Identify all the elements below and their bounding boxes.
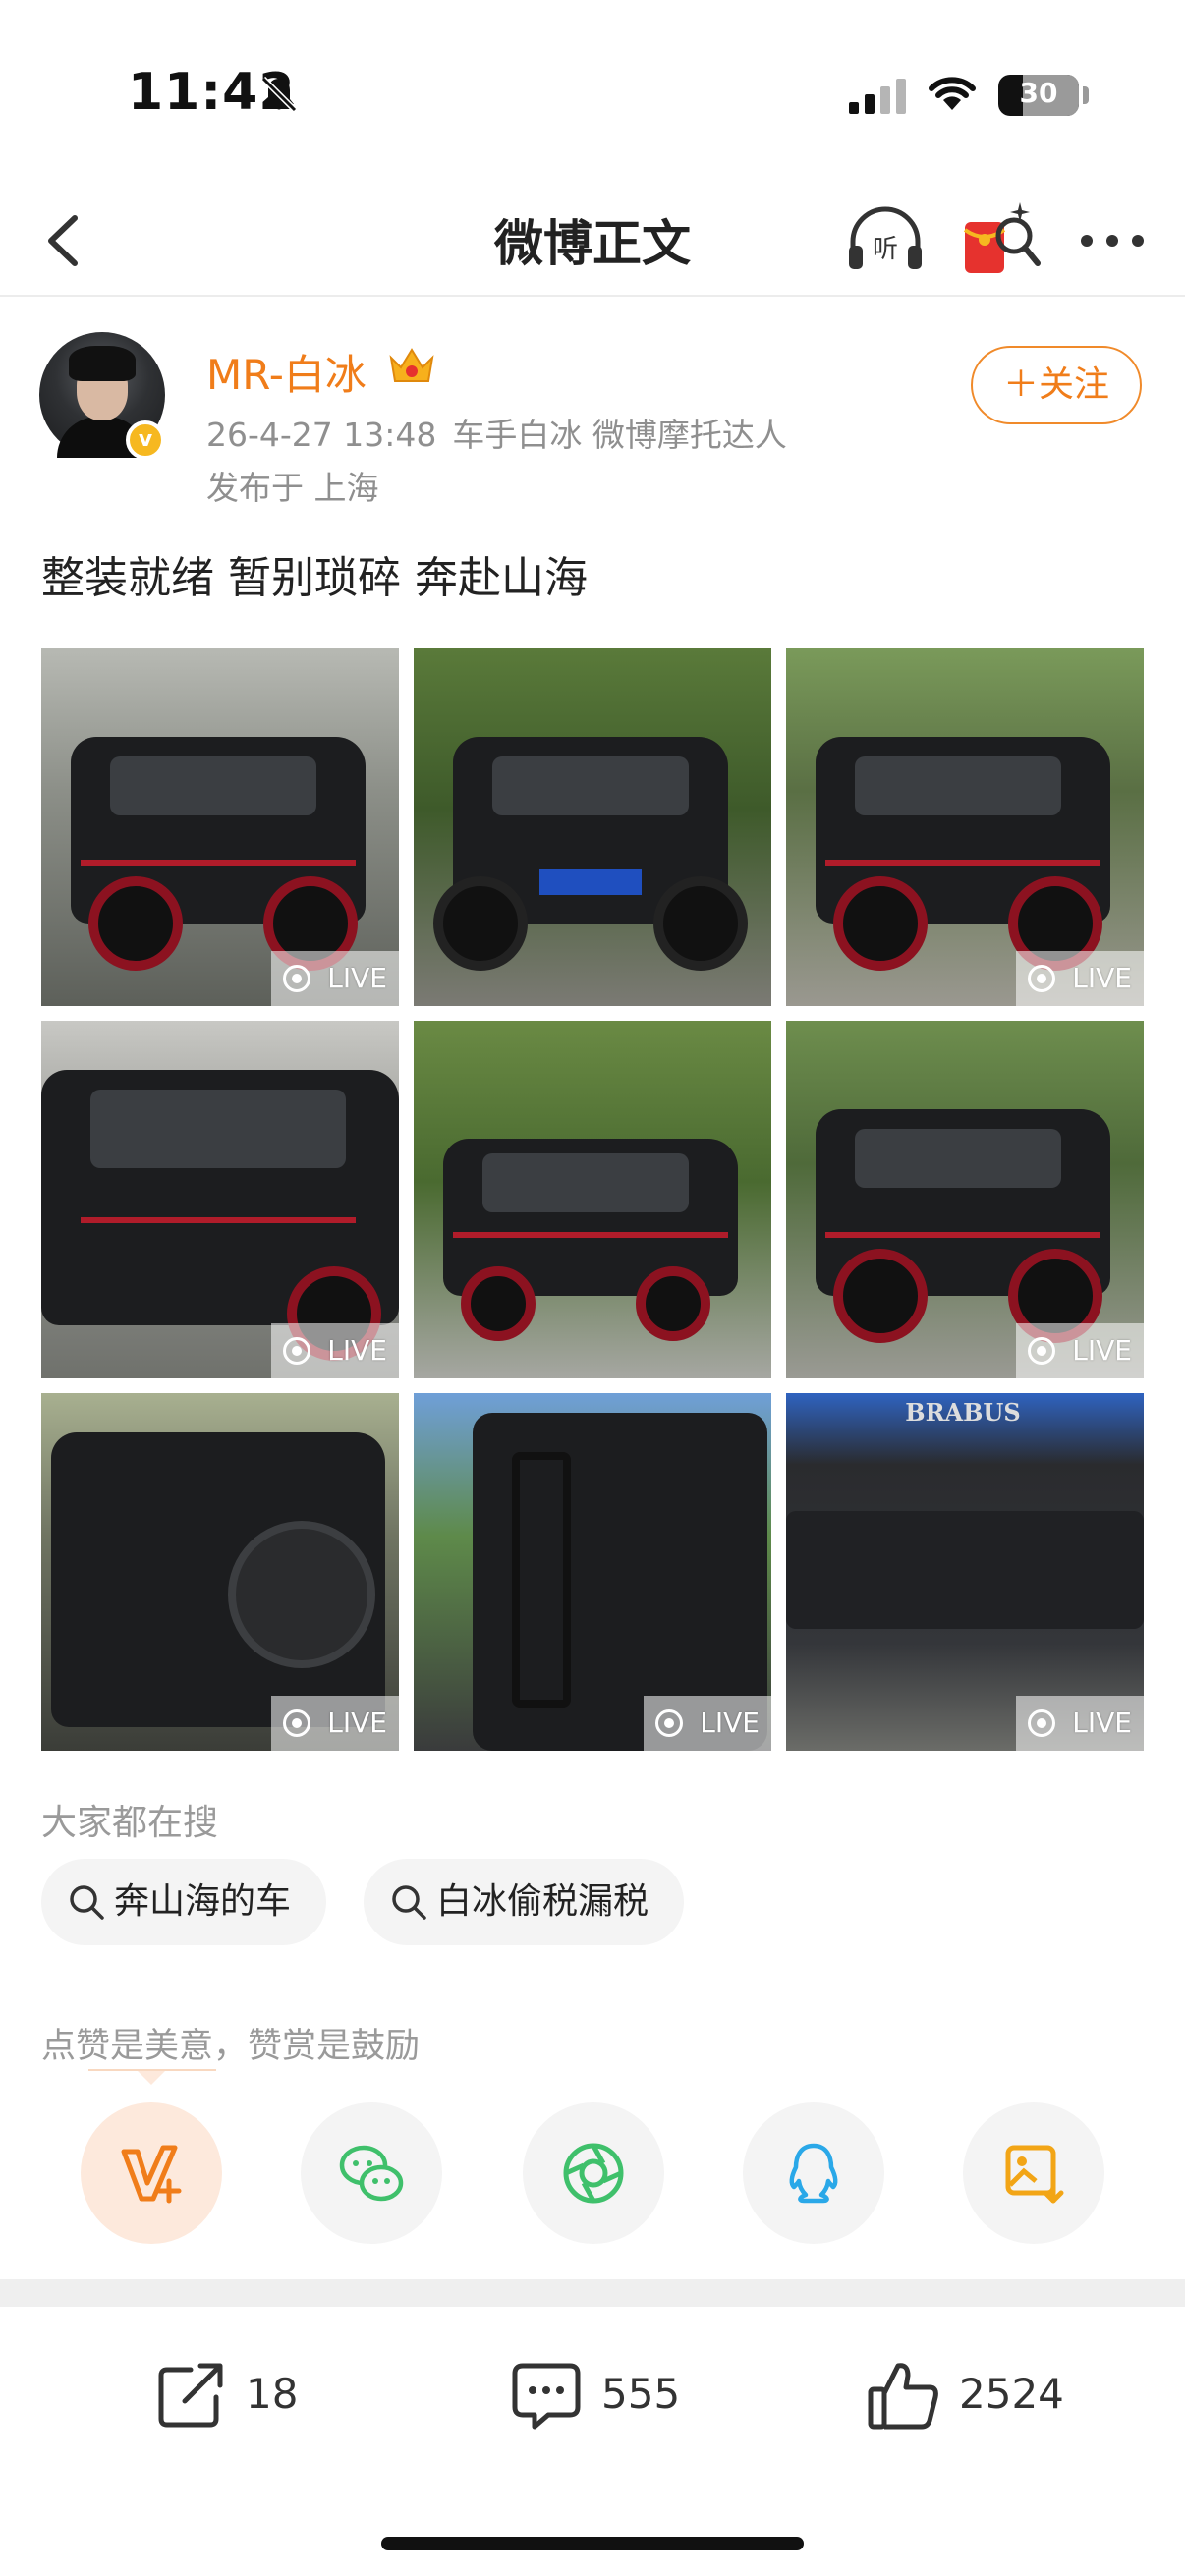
live-badge: LIVE [1016, 1323, 1144, 1378]
praise-text: 点赞是美意，赞赏是鼓励 [41, 2027, 421, 2066]
section-divider [0, 2279, 1185, 2307]
battery-icon: 30 [998, 75, 1079, 116]
qq-icon [789, 2143, 838, 2204]
like-button[interactable]: 2524 [865, 2354, 1100, 2440]
status-bar: 11:42 30 [0, 0, 1185, 187]
hot-search-title: 大家都在搜 [41, 1803, 219, 1843]
comment-icon [512, 2363, 581, 2430]
live-badge: LIVE [271, 1696, 399, 1751]
search-icon [392, 1885, 426, 1920]
hot-search-chip[interactable]: 白冰偷税漏税 [364, 1859, 685, 1945]
live-badge: LIVE [271, 951, 399, 1006]
photo-6[interactable]: LIVE [786, 1021, 1144, 1378]
photo-3[interactable]: LIVE [786, 648, 1144, 1006]
repost-count: 18 [246, 2370, 299, 2418]
live-badge: LIVE [644, 1696, 771, 1751]
post-meta: 26-4-27 13:48 车手白冰 微博摩托达人 [206, 409, 803, 456]
comment-button[interactable]: 555 [507, 2354, 704, 2440]
post-time: 26-4-27 13:48 [206, 416, 437, 454]
photo-7[interactable]: LIVE [41, 1393, 399, 1751]
nav-header: 微博正文 听 [0, 187, 1185, 297]
share-qq-button[interactable] [743, 2102, 884, 2244]
post-text: 整装就绪 暂别琐碎 奔赴山海 [41, 553, 588, 603]
chip-label: 白冰偷税漏税 [436, 1881, 649, 1922]
more-icon[interactable] [1075, 208, 1150, 273]
live-badge: LIVE [1016, 1696, 1144, 1751]
battery-percent: 30 [1019, 77, 1058, 109]
search-icon [70, 1885, 104, 1920]
photo-5[interactable] [414, 1021, 771, 1378]
comment-count: 555 [601, 2370, 681, 2418]
post-source: 车手白冰 微博摩托达人 [452, 416, 787, 454]
share-wechat-button[interactable] [301, 2102, 442, 2244]
praise-pointer [138, 2071, 165, 2085]
svg-text:听: 听 [873, 235, 898, 264]
photo-2[interactable] [414, 648, 771, 1006]
save-image-button[interactable] [963, 2102, 1104, 2244]
red-packet-icon[interactable] [959, 196, 1044, 283]
battery-tip [1083, 86, 1089, 104]
username[interactable]: MR-白冰 [206, 342, 367, 402]
save-image-icon [1005, 2145, 1064, 2204]
home-indicator[interactable] [381, 2537, 804, 2550]
praise-button[interactable] [81, 2102, 222, 2244]
photo-9[interactable]: BRABUS LIVE [786, 1393, 1144, 1751]
photo-4[interactable]: LIVE [41, 1021, 399, 1378]
live-badge: LIVE [271, 1323, 399, 1378]
verified-badge-icon: v [126, 420, 165, 460]
like-count: 2524 [959, 2370, 1064, 2418]
signal-icon [849, 79, 906, 114]
repost-button[interactable]: 18 [151, 2354, 348, 2440]
bell-off-icon [260, 76, 298, 113]
photo-8[interactable]: LIVE [414, 1393, 771, 1751]
moments-icon [563, 2143, 624, 2204]
photo-grid: LIVE LIVE LIVE LIVE LIVE LIVE BRABUS LIV… [41, 648, 1144, 1751]
hot-search-chip[interactable]: 奔山海的车 [41, 1859, 327, 1945]
repost-icon [158, 2363, 223, 2428]
thumbs-up-icon [868, 2363, 938, 2430]
share-moments-button[interactable] [523, 2102, 664, 2244]
headphones-listen-icon[interactable]: 听 [843, 198, 928, 283]
wifi-icon [929, 77, 976, 110]
crown-icon [389, 348, 434, 382]
photo-1[interactable]: LIVE [41, 648, 399, 1006]
wechat-icon [339, 2145, 404, 2202]
praise-icon [121, 2145, 182, 2204]
live-badge: LIVE [1016, 951, 1144, 1006]
follow-button[interactable]: ＋关注 [971, 346, 1142, 424]
post-location: 发布于 上海 [206, 469, 379, 507]
chip-label: 奔山海的车 [114, 1881, 292, 1922]
